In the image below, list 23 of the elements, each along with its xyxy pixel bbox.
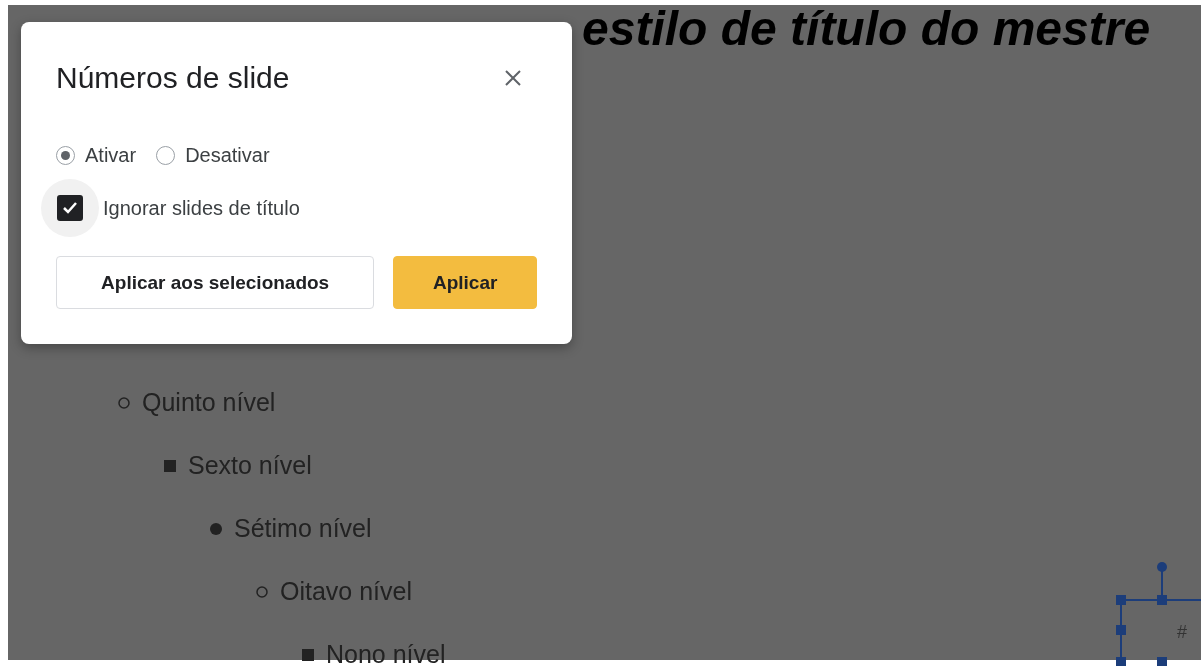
close-icon [505,70,521,86]
bullet-text: Sexto nível [188,451,312,480]
radio-label: Desativar [185,144,270,167]
square-bullet-icon [302,648,314,661]
hollow-bullet-icon [118,396,130,409]
square-bullet-icon [164,459,176,472]
checkbox-label: Ignorar slides de título [103,196,300,220]
round-bullet-icon [210,522,222,535]
checkbox[interactable] [57,195,83,221]
dialog-title: Números de slide [56,61,290,95]
bullet-text: Oitavo nível [280,577,412,606]
apply-selected-button[interactable]: Aplicar aos selecionados [56,256,375,309]
bullet-text: Sétimo nível [234,514,372,543]
slide-title[interactable]: estilo de título do mestre [582,5,1201,53]
radio-label: Ativar [85,144,137,167]
selected-textbox-drawing[interactable] [1116,562,1201,666]
hollow-bullet-icon [256,585,268,598]
bullet-text: Quinto nível [142,388,276,417]
check-icon [62,201,78,215]
slide-number-placeholder: # [1177,622,1187,642]
radio-option[interactable]: Desativar [156,144,270,167]
radio-option[interactable]: Ativar [56,144,137,167]
apply-button[interactable]: Aplicar [393,256,537,309]
